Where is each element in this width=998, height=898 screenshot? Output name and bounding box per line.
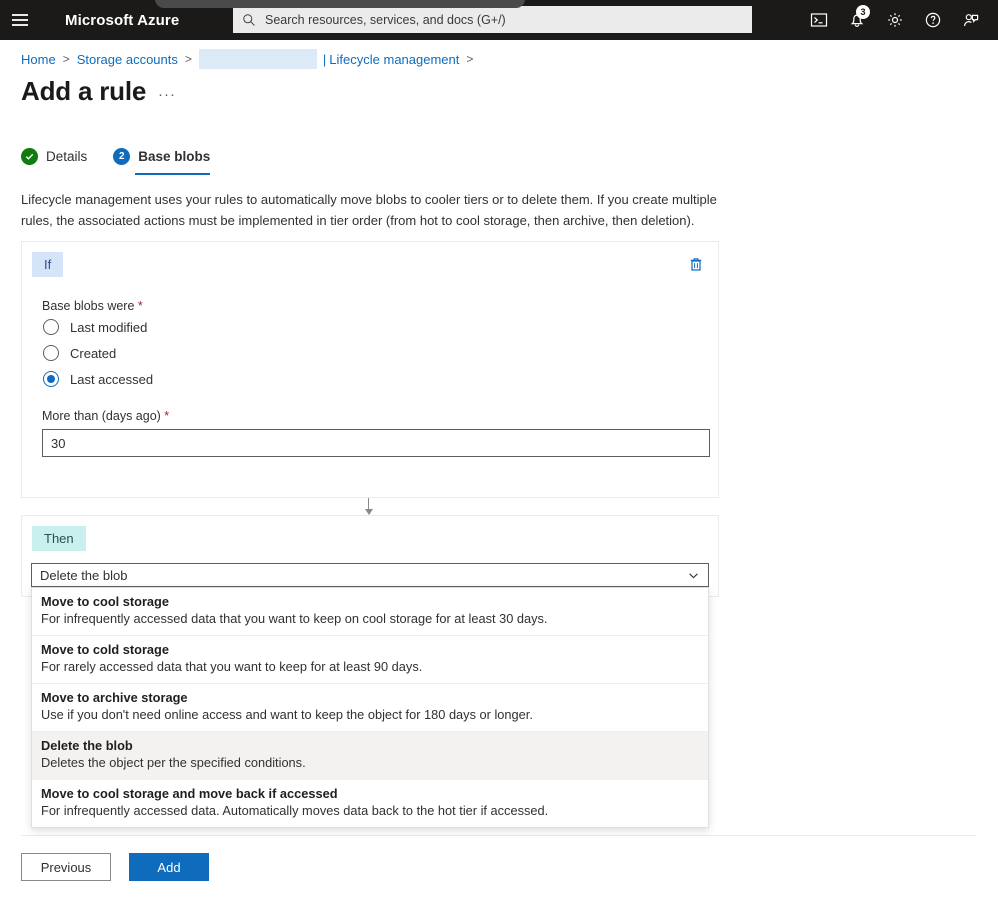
tab-base-blobs-label: Base blobs xyxy=(138,149,211,164)
search-icon xyxy=(243,13,255,26)
azure-portal-page: Microsoft Azure Search resources, servic… xyxy=(0,0,998,898)
radio-last-modified-label: Last modified xyxy=(70,319,148,335)
dropdown-option-title: Move to cool storage xyxy=(41,594,169,609)
then-tag: Then xyxy=(32,526,86,551)
footer-divider xyxy=(21,835,976,836)
more-than-days-text: More than (days ago) xyxy=(42,409,161,423)
breadcrumb-lifecycle-management[interactable]: Lifecycle management xyxy=(329,52,459,67)
feedback-icon[interactable] xyxy=(952,0,990,40)
base-blobs-were-text: Base blobs were xyxy=(42,299,135,313)
breadcrumb: Home > Storage accounts > | Lifecycle ma… xyxy=(21,49,480,69)
radio-last-modified[interactable]: Last modified xyxy=(43,319,718,335)
add-button[interactable]: Add xyxy=(129,853,209,881)
radio-last-accessed-label: Last accessed xyxy=(70,371,154,387)
days-ago-input[interactable] xyxy=(42,429,710,457)
breadcrumb-separator: > xyxy=(62,52,70,66)
brand-title: Microsoft Azure xyxy=(65,11,180,29)
if-condition-card: If Base blobs were * Last modified Creat… xyxy=(21,241,719,498)
previous-button[interactable]: Previous xyxy=(21,853,111,881)
dropdown-option-description: For rarely accessed data that you want t… xyxy=(41,659,423,674)
breadcrumb-storage-accounts[interactable]: Storage accounts xyxy=(77,52,178,67)
base-blobs-were-label: Base blobs were * xyxy=(42,299,718,313)
breadcrumb-separator: > xyxy=(184,52,192,66)
cloud-shell-icon[interactable] xyxy=(800,0,838,40)
radio-created-label: Created xyxy=(70,345,117,361)
dropdown-option-title: Move to cold storage xyxy=(41,642,169,657)
dropdown-option-delete-the-blob[interactable]: Delete the blob Deletes the object per t… xyxy=(32,731,708,779)
more-options-icon[interactable]: ··· xyxy=(158,86,176,103)
breadcrumb-separator: > xyxy=(466,52,474,66)
action-dropdown-value: Delete the blob xyxy=(40,567,128,583)
notification-badge: 3 xyxy=(856,5,870,19)
tab-details-label: Details xyxy=(46,149,88,164)
settings-gear-icon[interactable] xyxy=(876,0,914,40)
required-indicator: * xyxy=(137,299,143,313)
page-title: Add a rule xyxy=(21,76,147,106)
trash-icon[interactable] xyxy=(684,252,708,276)
action-dropdown[interactable]: Delete the blob xyxy=(31,563,709,587)
header-icon-group: 3 xyxy=(800,0,990,40)
dropdown-option-title: Delete the blob xyxy=(41,738,133,753)
check-icon xyxy=(21,148,38,165)
more-than-days-label: More than (days ago) * xyxy=(42,409,718,423)
breadcrumb-account-redacted[interactable] xyxy=(198,49,317,69)
dropdown-option-description: Use if you don't need online access and … xyxy=(41,707,533,722)
wizard-tabs: Details 2 Base blobs xyxy=(21,148,211,175)
chevron-down-icon xyxy=(689,572,698,578)
required-indicator: * xyxy=(164,409,170,423)
dropdown-option-description: For infrequently accessed data. Automati… xyxy=(41,803,549,818)
help-icon[interactable] xyxy=(914,0,952,40)
tab-base-blobs[interactable]: 2 Base blobs xyxy=(113,148,211,175)
notifications-icon[interactable]: 3 xyxy=(838,0,876,40)
dropdown-option-title: Move to archive storage xyxy=(41,690,188,705)
browser-overlay-strip xyxy=(155,0,525,8)
dropdown-option-description: Deletes the object per the specified con… xyxy=(41,755,306,770)
breadcrumb-pipe: | xyxy=(322,51,327,67)
step-number-badge: 2 xyxy=(113,148,131,165)
radio-button-icon[interactable] xyxy=(43,345,59,361)
radio-last-accessed[interactable]: Last accessed xyxy=(43,371,718,387)
dropdown-option-move-to-archive-storage[interactable]: Move to archive storage Use if you don't… xyxy=(32,683,708,731)
dropdown-option-move-to-cold-storage[interactable]: Move to cold storage For rarely accessed… xyxy=(32,635,708,683)
search-input[interactable] xyxy=(263,11,743,28)
global-search[interactable] xyxy=(233,6,752,33)
breadcrumb-home[interactable]: Home xyxy=(21,52,56,67)
dropdown-option-move-to-cool-storage-and-move-back[interactable]: Move to cool storage and move back if ac… xyxy=(32,779,708,827)
if-tag: If xyxy=(32,252,64,277)
radio-created[interactable]: Created xyxy=(43,345,718,361)
page-description: Lifecycle management uses your rules to … xyxy=(21,192,717,228)
dropdown-option-description: For infrequently accessed data that you … xyxy=(41,611,548,626)
tab-details[interactable]: Details xyxy=(21,148,87,175)
radio-button-selected-icon[interactable] xyxy=(43,371,59,387)
dropdown-option-title: Move to cool storage and move back if ac… xyxy=(41,786,338,801)
hamburger-icon[interactable] xyxy=(0,0,40,40)
action-dropdown-list[interactable]: Move to cool storage For infrequently ac… xyxy=(31,587,709,828)
dropdown-option-move-to-cool-storage[interactable]: Move to cool storage For infrequently ac… xyxy=(32,588,708,635)
flow-arrow-icon xyxy=(365,498,373,515)
radio-button-icon[interactable] xyxy=(43,319,59,335)
